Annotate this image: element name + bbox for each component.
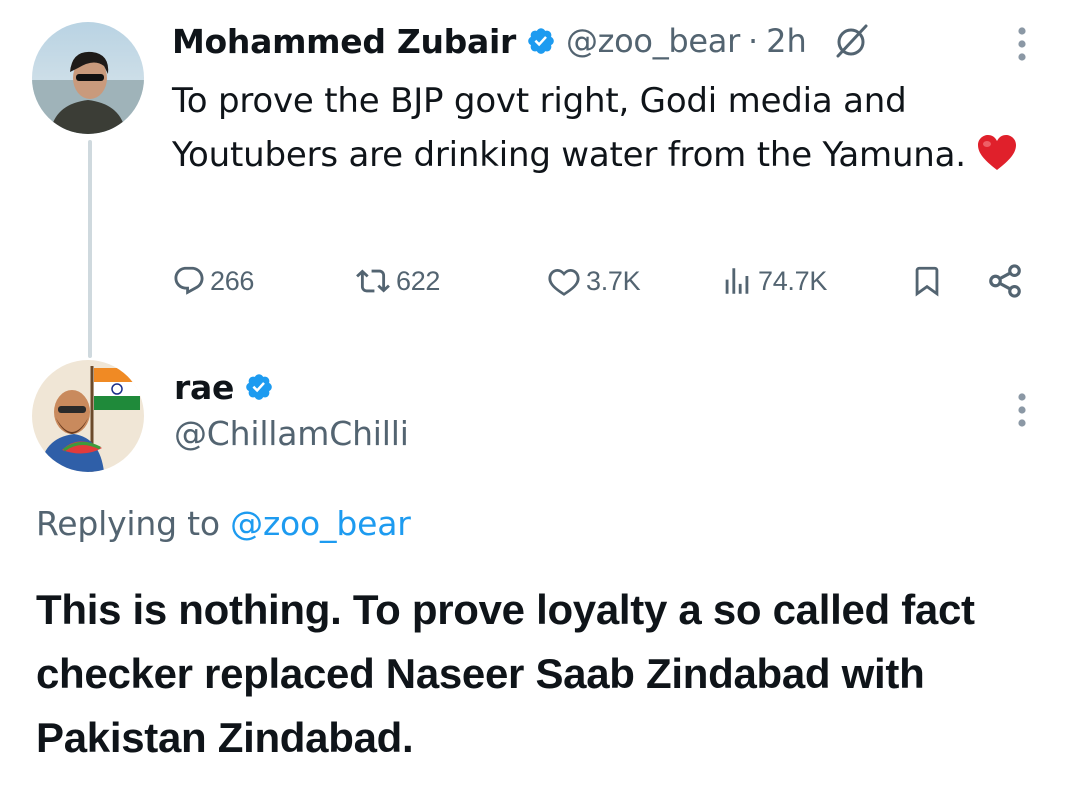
like-count: 3.7K — [586, 265, 641, 296]
reply-text: This is nothing. To prove loyalty a so c… — [36, 586, 975, 761]
more-options-icon[interactable] — [1012, 390, 1032, 430]
red-heart-emoji — [977, 135, 1016, 170]
author-name[interactable]: Mohammed Zubair — [172, 22, 516, 61]
repost-button[interactable]: 622 — [354, 256, 440, 306]
verified-badge-icon — [528, 28, 554, 54]
avatar-mohammed-zubair[interactable] — [32, 22, 144, 134]
reply-author-handle[interactable]: @ChillamChilli — [174, 414, 409, 453]
more-options-icon[interactable] — [1012, 24, 1032, 64]
bookmark-icon — [915, 266, 939, 297]
repost-icon — [356, 269, 390, 293]
like-button[interactable]: 3.7K — [546, 256, 641, 306]
author-handle[interactable]: @zoo_bear — [566, 22, 740, 60]
tweet-text-body: To prove the BJP govt right, Godi media … — [172, 81, 966, 175]
grok-icon[interactable] — [833, 22, 871, 60]
separator-dot: · — [747, 22, 759, 60]
verified-badge-icon — [246, 374, 272, 400]
views-button[interactable]: 74.7K — [720, 256, 827, 306]
thread-connector-line — [88, 140, 92, 358]
reply-author-row: rae — [174, 362, 284, 412]
avatar-rae[interactable] — [32, 360, 144, 472]
reply-icon — [174, 266, 204, 295]
reply-button[interactable]: 266 — [172, 256, 254, 306]
reply-author-name[interactable]: rae — [174, 368, 234, 407]
tweet-header: Mohammed Zubair @zoo_bear · 2h — [172, 18, 871, 64]
timestamp[interactable]: 2h — [766, 22, 807, 60]
tweet-actions-bar: 266 622 3.7K 74.7K — [172, 256, 1042, 306]
share-button[interactable] — [986, 256, 1024, 306]
replying-to-link[interactable]: @zoo_bear — [230, 504, 411, 543]
views-count: 74.7K — [758, 265, 828, 296]
views-icon — [725, 268, 749, 294]
tweet-text: To prove the BJP govt right, Godi media … — [172, 74, 1032, 182]
like-icon — [548, 268, 580, 296]
bookmark-button[interactable] — [910, 256, 944, 306]
replying-to-prefix: Replying to — [36, 504, 231, 543]
replying-to-line: Replying to @zoo_bear — [36, 504, 411, 543]
reply-count: 266 — [210, 265, 255, 296]
repost-count: 622 — [396, 265, 441, 296]
share-icon — [989, 264, 1021, 298]
